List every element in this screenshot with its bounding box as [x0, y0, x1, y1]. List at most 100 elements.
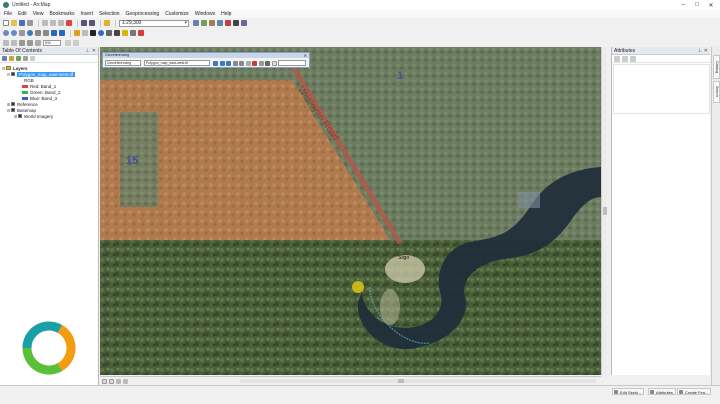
refresh-icon[interactable]	[116, 378, 121, 384]
options-icon[interactable]	[630, 55, 636, 62]
swipe-icon[interactable]	[3, 39, 9, 46]
editor-toolbar-icon[interactable]	[193, 20, 199, 26]
table-icon[interactable]	[265, 60, 270, 66]
modelbuilder-icon[interactable]	[241, 20, 247, 26]
menu-file[interactable]: File	[4, 11, 12, 17]
create-features-tab[interactable]: Create Fea...	[677, 388, 712, 395]
menu-selection[interactable]: Selection	[99, 11, 120, 17]
save-icon[interactable]	[19, 20, 25, 26]
map-view[interactable]: 15 1 Wesleyan Road Sligo	[100, 47, 601, 375]
layer-visibility-checkbox[interactable]	[11, 72, 15, 76]
map-scale-input[interactable]: 1:29,300	[119, 19, 189, 27]
search-tab[interactable]: Search	[713, 81, 720, 103]
cut-icon[interactable]	[42, 20, 48, 26]
python-icon[interactable]	[233, 20, 239, 26]
layout-view-icon[interactable]	[109, 378, 114, 384]
layer-dropdown-icon[interactable]	[65, 39, 71, 46]
add-control-points-icon[interactable]	[232, 60, 238, 66]
horizontal-scrollbar[interactable]	[240, 379, 596, 383]
html-popup-icon[interactable]	[130, 30, 136, 36]
search-window-icon[interactable]	[217, 20, 223, 26]
rotate-icon[interactable]	[213, 60, 218, 66]
menu-geoprocessing[interactable]: Geoprocessing	[126, 11, 160, 17]
selected-layer-label[interactable]: Polygon_map_east-west.tif	[17, 71, 76, 77]
options-icon[interactable]	[30, 56, 35, 61]
delete-links-icon[interactable]	[252, 60, 257, 66]
flicker-icon[interactable]	[11, 39, 17, 46]
pause-drawing-icon[interactable]	[123, 378, 128, 384]
identify-icon[interactable]	[98, 30, 104, 36]
redo-icon[interactable]	[89, 20, 95, 26]
categorize-icon[interactable]	[622, 55, 628, 62]
brightness-icon[interactable]	[27, 39, 33, 46]
reference-label[interactable]: Reference	[17, 102, 38, 107]
menu-bookmarks[interactable]: Bookmarks	[49, 11, 74, 17]
add-data-icon[interactable]	[104, 20, 110, 26]
layer-world-imagery[interactable]: ⊞ World Imagery	[2, 113, 98, 119]
georeferencing-menu-button[interactable]: Georeferencing	[105, 60, 141, 66]
sort-icon[interactable]	[614, 55, 620, 62]
display-icon[interactable]	[73, 39, 79, 46]
world-imagery-label[interactable]: World Imagery	[24, 114, 53, 119]
data-view-icon[interactable]	[102, 378, 107, 384]
pin-icon[interactable]: ⊥	[86, 47, 90, 55]
viewer-icon[interactable]	[258, 60, 264, 66]
open-icon[interactable]	[11, 20, 17, 26]
georef-toolbar-header[interactable]: Georeferencing ✕	[103, 53, 309, 58]
edit-sketch-tab[interactable]: Edit Sketc...	[612, 388, 645, 395]
world-imagery-visibility-checkbox[interactable]	[18, 114, 22, 118]
time-slider-icon[interactable]	[138, 30, 144, 36]
select-elements-icon[interactable]	[90, 30, 96, 36]
menu-insert[interactable]: Insert	[80, 11, 93, 17]
list-by-selection-icon[interactable]	[23, 56, 28, 61]
scroll-thumb[interactable]	[398, 379, 404, 383]
shift-icon[interactable]	[219, 60, 225, 66]
measure-icon[interactable]	[114, 30, 120, 36]
view-link-table-icon[interactable]	[245, 60, 251, 66]
delete-icon[interactable]	[66, 20, 72, 26]
close-icon[interactable]: ✕	[92, 47, 96, 55]
transparency-icon[interactable]	[35, 39, 41, 46]
transparency-percent[interactable]: 0%	[43, 39, 61, 46]
list-by-drawing-order-icon[interactable]	[2, 56, 7, 61]
go-back-icon[interactable]	[51, 30, 57, 36]
catalog-icon[interactable]	[209, 20, 215, 26]
fixed-zoom-out-icon[interactable]	[43, 30, 49, 36]
close-icon[interactable]: ✕	[704, 0, 718, 10]
close-icon[interactable]: ✕	[704, 47, 708, 55]
go-forward-icon[interactable]	[59, 30, 65, 36]
attributes-tab[interactable]: Attributes	[648, 388, 676, 395]
reference-visibility-checkbox[interactable]	[11, 102, 15, 106]
print-icon[interactable]	[27, 20, 33, 26]
undo-icon[interactable]	[81, 20, 87, 26]
georef-extra-input[interactable]	[278, 60, 306, 66]
basemap-visibility-checkbox[interactable]	[11, 108, 15, 112]
select-features-icon[interactable]	[74, 30, 80, 36]
full-extent-icon[interactable]	[27, 30, 33, 36]
auto-adjust-icon[interactable]	[239, 60, 244, 66]
pan-icon[interactable]	[19, 30, 25, 36]
vertical-scrollbar[interactable]	[601, 47, 607, 375]
pin-icon[interactable]: ⊥	[698, 47, 702, 55]
menu-help[interactable]: Help	[221, 11, 231, 17]
table-of-contents-icon[interactable]	[201, 20, 207, 26]
paste-icon[interactable]	[58, 20, 64, 26]
list-by-source-icon[interactable]	[9, 56, 14, 61]
clear-selection-icon[interactable]	[82, 30, 88, 36]
menu-edit[interactable]: Edit	[18, 11, 27, 17]
catalog-tab[interactable]: Catalog	[713, 55, 720, 79]
menu-windows[interactable]: Windows	[195, 11, 215, 17]
minimize-icon[interactable]: –	[676, 0, 690, 10]
scale-icon[interactable]	[226, 60, 231, 66]
scroll-thumb[interactable]	[603, 207, 607, 215]
fixed-zoom-in-icon[interactable]	[35, 30, 41, 36]
list-by-visibility-icon[interactable]	[16, 56, 21, 61]
zoom-out-icon[interactable]	[11, 30, 17, 36]
contrast-icon[interactable]	[19, 39, 25, 46]
menu-customize[interactable]: Customize	[165, 11, 189, 17]
georef-layer-select[interactable]: Polygon_map_east-west.tif	[144, 60, 210, 66]
menu-view[interactable]: View	[33, 11, 44, 17]
close-icon[interactable]: ✕	[304, 53, 307, 58]
zoom-in-icon[interactable]	[3, 30, 9, 36]
hyperlink-icon[interactable]	[122, 30, 128, 36]
